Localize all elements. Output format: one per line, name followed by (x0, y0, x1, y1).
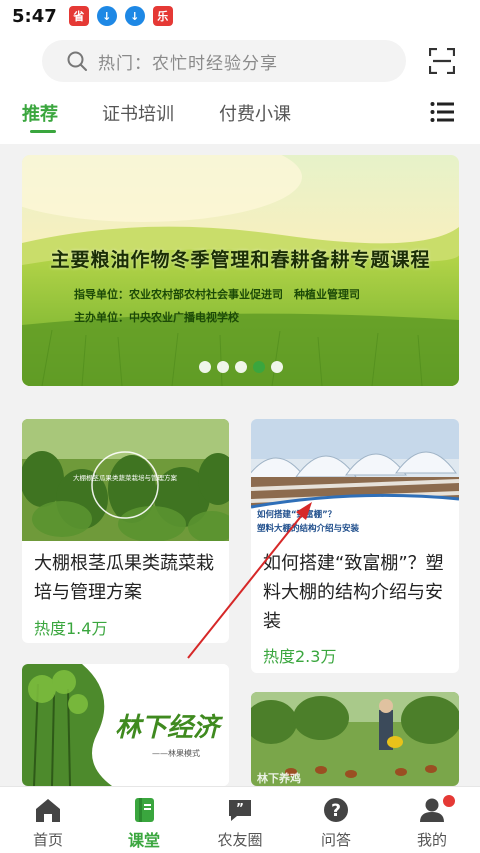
chat-bubble-icon: ” (229, 800, 251, 821)
status-time: 5:47 (12, 5, 57, 27)
nav-profile-label: 我的 (416, 831, 447, 849)
search-input[interactable]: 热门：农忙时经验分享 (42, 40, 406, 82)
card-4-image-caption: 林下养鸡 (257, 771, 301, 785)
banner-guidance-unit: 指导单位：农业农村部农村社会事业促进司 种植业管理司 (74, 288, 360, 301)
svg-text:”: ” (236, 801, 244, 815)
download-icon: ↓ (96, 6, 117, 26)
nav-classroom[interactable]: 课堂 (96, 787, 192, 853)
tab-recommend[interactable]: 推荐 (22, 100, 58, 126)
banner-dot[interactable] (216, 361, 229, 373)
classroom-book-icon (135, 798, 154, 822)
course-card-image: 林下经济 ——林果模式 (22, 664, 229, 786)
active-tab-indicator (30, 130, 56, 133)
nav-home[interactable]: 首页 (0, 787, 96, 853)
banner-dot[interactable] (198, 361, 211, 373)
pointer-arrow (187, 502, 312, 659)
category-tabs: 推荐 证书培训 付费小课 (0, 96, 480, 136)
banner-dot[interactable] (270, 361, 283, 373)
tab-certificate-training[interactable]: 证书培训 (102, 100, 174, 126)
nav-farmer-circle-label: 农友圈 (217, 831, 263, 849)
banner-dot-active[interactable] (252, 361, 265, 373)
card-3-image-subtitle: ——林果模式 (152, 748, 200, 758)
question-icon: ? (324, 798, 348, 822)
card-1-image-caption: 大棚根茎瓜果类蔬菜栽培与管理方案 (73, 473, 178, 482)
course-card[interactable]: 林下养鸡 (251, 692, 459, 786)
course-banner[interactable]: 主要粮油作物冬季管理和春耕备耕专题课程 指导单位：农业农村部农村社会事业促进司 … (22, 155, 459, 386)
banner-pagination (22, 361, 459, 373)
header: 热门：农忙时经验分享 推荐 证书培训 付费小课 (0, 32, 480, 144)
nav-qa-label: 问答 (320, 831, 351, 849)
course-card-image: 林下养鸡 (251, 692, 459, 786)
home-icon (36, 799, 60, 822)
banner-title: 主要粮油作物冬季管理和春耕备耕专题课程 (50, 249, 431, 271)
course-card[interactable]: 林下经济 ——林果模式 (22, 664, 229, 786)
nav-farmer-circle[interactable]: ” 农友圈 (192, 787, 288, 853)
course-card-heat: 热度1.4万 (34, 619, 108, 638)
shopping-app-icon: 省 (68, 6, 89, 26)
nav-profile[interactable]: 我的 (384, 787, 480, 853)
bottom-navigation: 首页 课堂 ” 农友圈 ? 问答 我的 (0, 786, 480, 853)
tab-paid-courses[interactable]: 付费小课 (219, 100, 291, 126)
banner-dot[interactable] (234, 361, 247, 373)
scan-icon[interactable] (429, 48, 455, 74)
nav-classroom-label: 课堂 (127, 831, 160, 850)
banner-organizer: 主办单位：中央农业广播电视学校 (74, 311, 239, 324)
card-3-image-title: 林下经济 (115, 713, 224, 743)
search-icon (67, 51, 87, 71)
svg-text:?: ? (331, 801, 341, 821)
status-bar: 5:47 省 ↓ ↓ 乐 (0, 0, 480, 32)
nav-home-label: 首页 (32, 831, 63, 849)
nav-qa[interactable]: ? 问答 (288, 787, 384, 853)
notification-badge (441, 793, 457, 809)
list-menu-icon[interactable] (430, 101, 454, 123)
app-notification-icon: 乐 (152, 6, 173, 26)
download-icon: ↓ (124, 6, 145, 26)
search-placeholder: 热门：农忙时经验分享 (98, 53, 278, 74)
